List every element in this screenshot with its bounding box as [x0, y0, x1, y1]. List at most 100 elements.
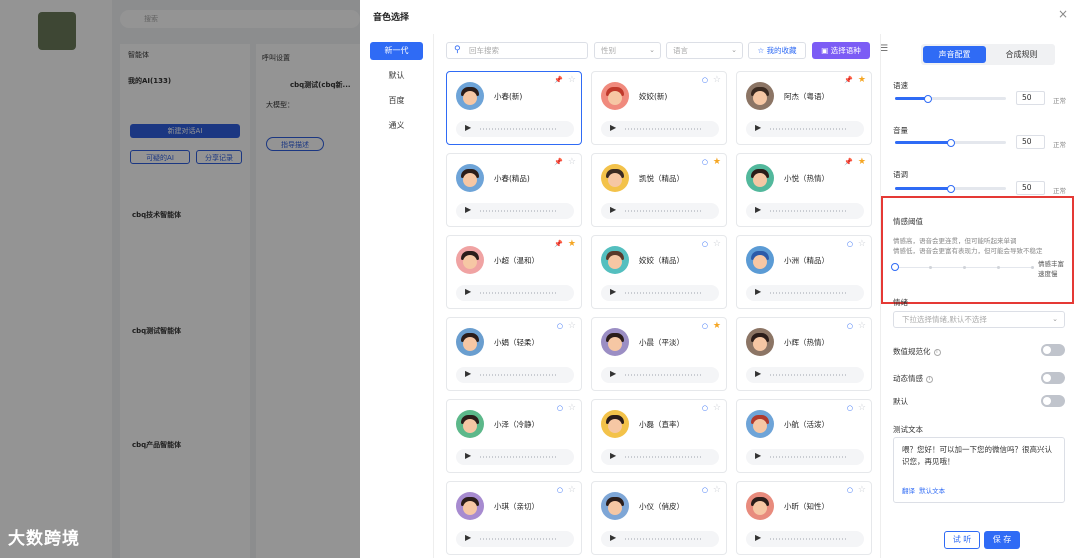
play-icon[interactable]: ▶ — [755, 287, 761, 296]
star-icon[interactable]: ☆ — [858, 403, 866, 413]
gender-select[interactable]: 性别 ⌄ — [594, 42, 661, 59]
speed-input[interactable]: 50 — [1016, 91, 1045, 105]
slider-handle[interactable] — [946, 138, 955, 147]
category-tongyi[interactable]: 通义 — [370, 117, 423, 135]
play-icon[interactable]: ▶ — [465, 287, 471, 296]
star-icon[interactable]: ★ — [713, 321, 721, 331]
pin-icon[interactable]: ○ — [847, 240, 853, 248]
pin-icon[interactable]: ○ — [847, 404, 853, 412]
play-icon[interactable]: ▶ — [610, 123, 616, 132]
info-icon[interactable]: i — [926, 375, 933, 383]
play-icon[interactable]: ▶ — [465, 533, 471, 542]
voice-card[interactable]: 小泽（冷静） ○ ☆ ▶ — [446, 399, 582, 473]
play-icon[interactable]: ▶ — [465, 205, 471, 214]
star-icon[interactable]: ★ — [568, 239, 576, 249]
tab-voice-config[interactable]: 声音配置 — [923, 46, 986, 63]
slider-handle[interactable] — [946, 184, 955, 193]
volume-input[interactable]: 50 — [1016, 135, 1045, 149]
pin-icon[interactable]: ○ — [557, 322, 563, 330]
voice-card[interactable]: 小超（温和） 📌 ★ ▶ — [446, 235, 582, 309]
pin-icon[interactable]: ○ — [702, 76, 708, 84]
pin-icon[interactable]: ○ — [847, 322, 853, 330]
pin-icon[interactable]: 📌 — [554, 240, 563, 248]
mood-select[interactable]: 下拉选择情绪,默认不选择 ⌄ — [893, 311, 1065, 328]
pitch-input[interactable]: 50 — [1016, 181, 1045, 195]
star-icon[interactable]: ☆ — [568, 403, 576, 413]
play-icon[interactable]: ▶ — [465, 451, 471, 460]
star-icon[interactable]: ☆ — [568, 485, 576, 495]
pin-icon[interactable]: ○ — [702, 322, 708, 330]
tab-synthesis-rules[interactable]: 合成规则 — [990, 46, 1053, 63]
play-icon[interactable]: ▶ — [755, 533, 761, 542]
voice-card[interactable]: 小辉（热情） ○ ☆ ▶ — [736, 317, 872, 391]
translate-link[interactable]: 翻译 — [902, 487, 915, 495]
voice-card[interactable]: 阿杰（粤语） 📌 ★ ▶ — [736, 71, 872, 145]
voice-card[interactable]: 小晨（平淡） ○ ★ ▶ — [591, 317, 727, 391]
play-icon[interactable]: ▶ — [610, 205, 616, 214]
info-icon[interactable]: i — [933, 348, 941, 356]
pin-icon[interactable]: 📌 — [554, 76, 563, 84]
pin-icon[interactable]: ○ — [702, 240, 708, 248]
save-button[interactable]: 保 存 — [984, 531, 1020, 549]
play-icon[interactable]: ▶ — [755, 369, 761, 378]
volume-slider[interactable] — [895, 138, 1006, 147]
category-default[interactable]: 默认 — [370, 67, 423, 85]
test-text-input[interactable]: 喂？您好！可以加一下您的微信吗？很高兴认识您，再见哦！ 翻译 默认文本 — [893, 437, 1065, 503]
voice-card[interactable]: 小航（活泼） ○ ☆ ▶ — [736, 399, 872, 473]
pin-icon[interactable]: ○ — [557, 486, 563, 494]
pin-icon[interactable]: ○ — [847, 486, 853, 494]
voice-card[interactable]: 小仪（俏皮） ○ ☆ ▶ — [591, 481, 727, 555]
pin-icon[interactable]: ○ — [702, 486, 708, 494]
my-favorites-button[interactable]: ☆ 我的收藏 — [748, 42, 806, 59]
default-toggle[interactable] — [1041, 395, 1065, 407]
voice-card[interactable]: 小琪（亲切） ○ ☆ ▶ — [446, 481, 582, 555]
voice-card[interactable]: 小悦（热情） 📌 ★ ▶ — [736, 153, 872, 227]
star-icon[interactable]: ☆ — [568, 157, 576, 167]
play-icon[interactable]: ▶ — [755, 205, 761, 214]
star-icon[interactable]: ★ — [858, 157, 866, 167]
star-icon[interactable]: ★ — [858, 75, 866, 85]
voice-card[interactable]: 姣姣（精品） ○ ☆ ▶ — [591, 235, 727, 309]
speed-slider[interactable] — [895, 94, 1006, 103]
play-icon[interactable]: ▶ — [465, 369, 471, 378]
play-icon[interactable]: ▶ — [755, 123, 761, 132]
pitch-slider[interactable] — [895, 184, 1006, 193]
voice-card[interactable]: 姣姣(新) ○ ☆ ▶ — [591, 71, 727, 145]
pin-icon[interactable]: 📌 — [844, 158, 853, 166]
star-icon[interactable]: ☆ — [713, 403, 721, 413]
play-icon[interactable]: ▶ — [610, 369, 616, 378]
voice-search-input[interactable]: ⚲ 回车搜索 — [446, 42, 588, 59]
pin-icon[interactable]: ○ — [702, 158, 708, 166]
voice-card[interactable]: 小娟（轻柔） ○ ☆ ▶ — [446, 317, 582, 391]
star-icon[interactable]: ☆ — [858, 239, 866, 249]
default-text-link[interactable]: 默认文本 — [919, 487, 945, 495]
voice-card[interactable]: 小洲（精品） ○ ☆ ▶ — [736, 235, 872, 309]
star-icon[interactable]: ☆ — [858, 485, 866, 495]
pin-icon[interactable]: 📌 — [554, 158, 563, 166]
pin-icon[interactable]: 📌 — [844, 76, 853, 84]
modal-overlay[interactable] — [0, 0, 360, 558]
category-baidu[interactable]: 百度 — [370, 92, 423, 110]
choose-language-button[interactable]: ▣ 选择语种 — [812, 42, 870, 59]
voice-card[interactable]: 小磊（直率） ○ ☆ ▶ — [591, 399, 727, 473]
pin-icon[interactable]: ○ — [557, 404, 563, 412]
play-icon[interactable]: ▶ — [610, 451, 616, 460]
normalize-toggle[interactable] — [1041, 344, 1065, 356]
star-icon[interactable]: ☆ — [568, 321, 576, 331]
voice-card[interactable]: 小昕（知性） ○ ☆ ▶ — [736, 481, 872, 555]
category-new-gen[interactable]: 新一代 — [370, 42, 423, 60]
star-icon[interactable]: ☆ — [713, 75, 721, 85]
play-icon[interactable]: ▶ — [610, 287, 616, 296]
star-icon[interactable]: ☆ — [858, 321, 866, 331]
slider-handle[interactable] — [891, 263, 899, 271]
pin-icon[interactable]: ○ — [702, 404, 708, 412]
play-icon[interactable]: ▶ — [610, 533, 616, 542]
close-icon[interactable]: × — [1058, 7, 1068, 21]
voice-card[interactable]: 小春(新) 📌 ☆ ▶ — [446, 71, 582, 145]
play-icon[interactable]: ▶ — [465, 123, 471, 132]
play-icon[interactable]: ▶ — [755, 451, 761, 460]
dynamic-emotion-toggle[interactable] — [1041, 372, 1065, 384]
language-select[interactable]: 语言 ⌄ — [666, 42, 743, 59]
star-icon[interactable]: ☆ — [713, 239, 721, 249]
star-icon[interactable]: ☆ — [713, 485, 721, 495]
